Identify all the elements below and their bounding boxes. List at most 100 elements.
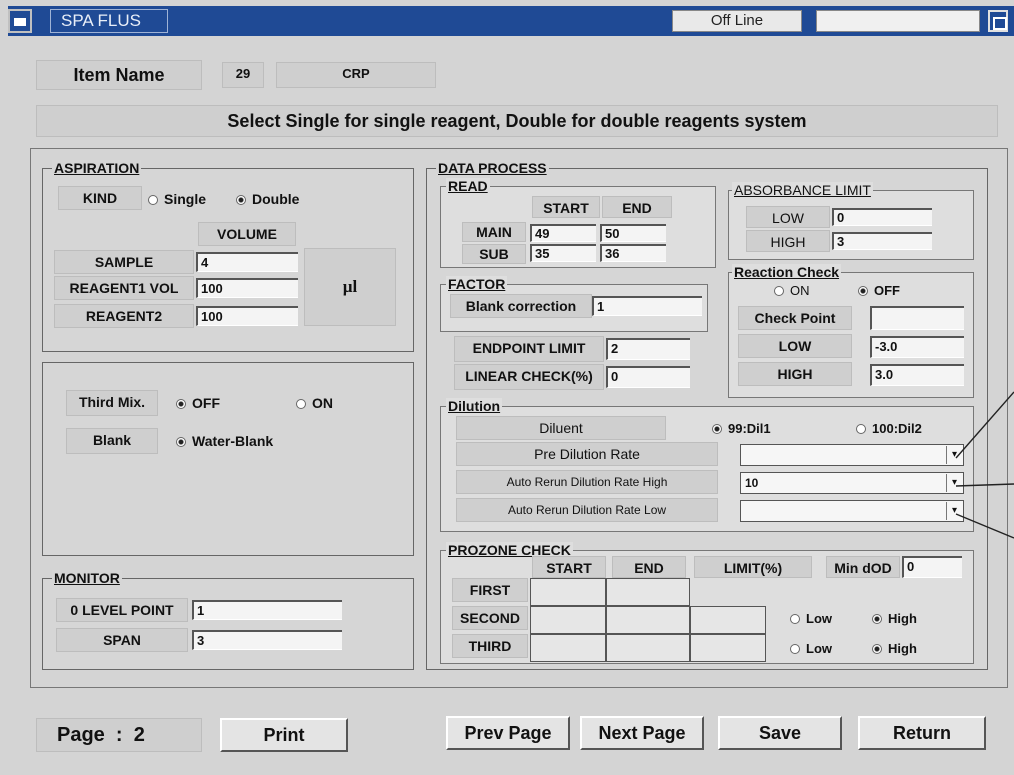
sample-label: SAMPLE <box>54 250 194 274</box>
abs-high-label: HIGH <box>746 230 830 252</box>
radio-selected-icon <box>858 286 868 296</box>
min-dod-label: Min dOD <box>826 556 900 578</box>
kind-label: KIND <box>58 186 142 210</box>
linear-check-field[interactable]: 0 <box>606 366 690 388</box>
read-end-header: END <box>602 196 672 218</box>
volume-unit: µl <box>304 248 396 326</box>
connection-status: Off Line <box>672 10 802 32</box>
sub-end-field[interactable]: 36 <box>600 244 666 262</box>
radio-selected-icon <box>176 399 186 409</box>
water-blank-radio[interactable]: Water-Blank <box>176 432 273 450</box>
third-mix-on-radio[interactable]: ON <box>296 394 333 412</box>
return-button[interactable]: Return <box>858 716 986 750</box>
rerun-low-select[interactable] <box>740 500 964 522</box>
item-code: CRP <box>276 62 436 88</box>
callout-lines <box>955 391 1014 539</box>
double-radio[interactable]: Double <box>236 190 299 208</box>
read-title: READ <box>446 178 490 194</box>
radio-icon <box>296 399 306 409</box>
item-number: 29 <box>222 62 264 88</box>
reaction-low-label: LOW <box>738 334 852 358</box>
radio-selected-icon <box>872 614 882 624</box>
second-limit-field[interactable] <box>690 606 766 634</box>
reagent1-label: REAGENT1 VOL <box>54 276 194 300</box>
item-name-label: Item Name <box>36 60 202 90</box>
abs-low-label: LOW <box>746 206 830 228</box>
window-menu-icon[interactable] <box>8 9 32 33</box>
data-process-title: DATA PROCESS <box>436 160 549 176</box>
prozone-first-label: FIRST <box>452 578 528 602</box>
radio-icon <box>790 614 800 624</box>
radio-selected-icon <box>872 644 882 654</box>
rerun-high-select[interactable]: 10 <box>740 472 964 494</box>
factor-title: FACTOR <box>446 276 508 292</box>
sub-label: SUB <box>462 244 526 264</box>
abs-low-field[interactable]: 0 <box>832 208 932 226</box>
main-end-field[interactable]: 50 <box>600 224 666 242</box>
volume-label: VOLUME <box>198 222 296 246</box>
monitor-title: MONITOR <box>52 570 122 586</box>
span-field[interactable]: 3 <box>192 630 342 650</box>
app-title: SPA FLUS <box>50 9 168 33</box>
print-button[interactable]: Print <box>220 718 348 752</box>
third-end-field[interactable] <box>606 634 690 662</box>
reagent1-volume-field[interactable]: 100 <box>196 278 298 298</box>
third-start-field[interactable] <box>530 634 606 662</box>
radio-selected-icon <box>712 424 722 434</box>
monitor-panel <box>42 578 414 670</box>
second-high-radio[interactable]: High <box>872 610 917 628</box>
prozone-start-header: START <box>532 556 606 578</box>
zero-level-field[interactable]: 1 <box>192 600 342 620</box>
first-start-field[interactable] <box>530 578 606 606</box>
absorbance-title: ABSORBANCE LIMIT <box>732 182 873 198</box>
blank-correction-field[interactable]: 1 <box>592 296 702 316</box>
third-low-radio[interactable]: Low <box>790 640 832 658</box>
second-low-radio[interactable]: Low <box>790 610 832 628</box>
third-high-radio[interactable]: High <box>872 640 917 658</box>
third-mix-label: Third Mix. <box>66 390 158 416</box>
third-mix-off-radio[interactable]: OFF <box>176 394 220 412</box>
reaction-low-field[interactable]: -3.0 <box>870 336 964 358</box>
sub-start-field[interactable]: 35 <box>530 244 596 262</box>
reaction-high-label: HIGH <box>738 362 852 386</box>
rerun-high-label: Auto Rerun Dilution Rate High <box>456 470 718 494</box>
status-field <box>816 10 980 32</box>
endpoint-limit-field[interactable]: 2 <box>606 338 690 360</box>
abs-high-field[interactable]: 3 <box>832 232 932 250</box>
aspiration-title: ASPIRATION <box>52 160 142 176</box>
radio-icon <box>774 286 784 296</box>
reagent2-volume-field[interactable]: 100 <box>196 306 298 326</box>
read-start-header: START <box>532 196 600 218</box>
third-limit-field[interactable] <box>690 634 766 662</box>
min-dod-field[interactable]: 0 <box>902 556 962 578</box>
diluent-100-radio[interactable]: 100:Dil2 <box>856 420 922 438</box>
save-button[interactable]: Save <box>718 716 842 750</box>
next-page-button[interactable]: Next Page <box>580 716 704 750</box>
main-start-field[interactable]: 49 <box>530 224 596 242</box>
second-end-field[interactable] <box>606 606 690 634</box>
prozone-end-header: END <box>612 556 686 578</box>
main-label: MAIN <box>462 222 526 242</box>
sample-volume-field[interactable]: 4 <box>196 252 298 272</box>
restore-icon[interactable] <box>988 10 1008 32</box>
check-point-field[interactable] <box>870 306 964 330</box>
title-bar: SPA FLUS Off Line <box>8 6 1014 36</box>
reagent2-label: REAGENT2 <box>54 304 194 328</box>
radio-icon <box>790 644 800 654</box>
radio-selected-icon <box>236 195 246 205</box>
prev-page-button[interactable]: Prev Page <box>446 716 570 750</box>
single-radio[interactable]: Single <box>148 190 206 208</box>
radio-icon <box>148 195 158 205</box>
second-start-field[interactable] <box>530 606 606 634</box>
blank-label: Blank <box>66 428 158 454</box>
diluent-99-radio[interactable]: 99:Dil1 <box>712 420 771 438</box>
prozone-limit-header: LIMIT(%) <box>694 556 812 578</box>
pre-dilution-select[interactable] <box>740 444 964 466</box>
pre-dilution-label: Pre Dilution Rate <box>456 442 718 466</box>
radio-icon <box>856 424 866 434</box>
prozone-second-label: SECOND <box>452 606 528 630</box>
reaction-on-radio[interactable]: ON <box>774 282 810 300</box>
first-end-field[interactable] <box>606 578 690 606</box>
reaction-off-radio[interactable]: OFF <box>858 282 900 300</box>
reaction-check-title: Reaction Check <box>732 264 842 280</box>
